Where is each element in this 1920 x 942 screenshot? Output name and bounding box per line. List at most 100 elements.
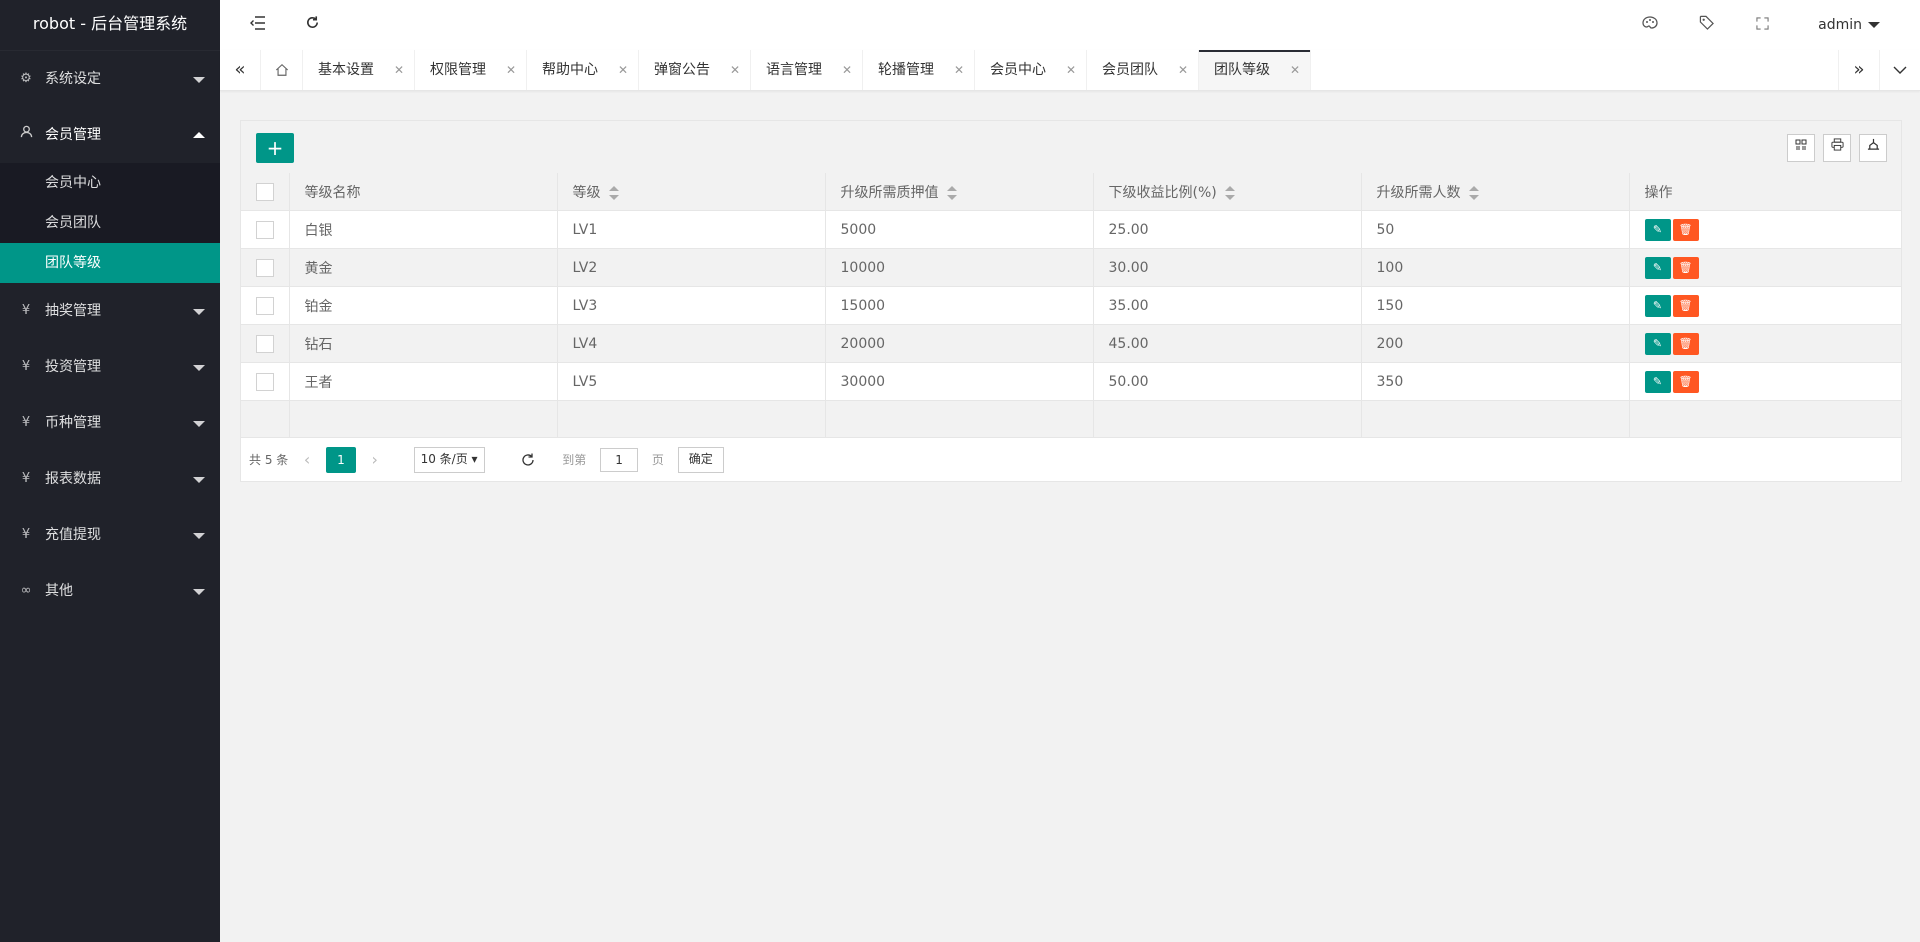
sidebar-item-team-level[interactable]: 团队等级 (0, 243, 220, 283)
tab-language[interactable]: 语言管理✕ (751, 50, 863, 90)
sidebar-item-deposit-withdraw[interactable]: ¥ 充值提现 (0, 507, 220, 563)
tabs-scroll-left-icon[interactable]: « (220, 50, 261, 90)
column-header-pledge[interactable]: 升级所需质押值 (825, 173, 1093, 211)
sidebar-item-investment[interactable]: ¥ 投资管理 (0, 339, 220, 395)
sidebar-item-member-center[interactable]: 会员中心 (0, 163, 220, 203)
delete-button[interactable]: 🗑 (1673, 333, 1699, 355)
yen-icon: ¥ (18, 395, 34, 451)
tab-carousel[interactable]: 轮播管理✕ (863, 50, 975, 90)
row-checkbox[interactable] (256, 221, 274, 239)
close-icon[interactable]: ✕ (1178, 50, 1188, 90)
tabs-dropdown-icon[interactable] (1880, 50, 1920, 90)
page-size-select[interactable]: 10 条/页 ▾ (414, 447, 485, 473)
edit-button[interactable]: ✎ (1645, 257, 1671, 279)
cell-level: LV5 (557, 363, 825, 401)
edit-button[interactable]: ✎ (1645, 295, 1671, 317)
user-icon (18, 107, 34, 163)
tab-member-team[interactable]: 会员团队✕ (1087, 50, 1199, 90)
row-checkbox[interactable] (256, 259, 274, 277)
close-icon[interactable]: ✕ (394, 50, 404, 90)
page-unit-label: 页 (652, 439, 664, 481)
tabs-scroll-right-icon[interactable]: » (1838, 50, 1880, 90)
cell-income-ratio: 25.00 (1093, 211, 1361, 249)
page-tabs: « 基本设置✕ 权限管理✕ 帮助中心✕ 弹窗公告✕ 语言管理✕ 轮播管理✕ 会员… (220, 50, 1920, 91)
tab-permissions[interactable]: 权限管理✕ (415, 50, 527, 90)
cell-income-ratio: 45.00 (1093, 325, 1361, 363)
select-all-checkbox[interactable] (256, 183, 274, 201)
cell-required-members: 100 (1361, 249, 1629, 287)
delete-button[interactable]: 🗑 (1673, 219, 1699, 241)
tab-label: 团队等级 (1214, 62, 1270, 78)
sort-icon[interactable] (947, 186, 957, 200)
chevron-up-icon (193, 132, 205, 138)
prev-page-icon[interactable]: ‹ (292, 439, 322, 481)
current-page-button[interactable]: 1 (326, 447, 356, 473)
print-icon[interactable] (1823, 134, 1851, 162)
theme-palette-icon[interactable] (1630, 0, 1670, 50)
tab-member-center[interactable]: 会员中心✕ (975, 50, 1087, 90)
goto-page-input[interactable] (600, 448, 638, 472)
sidebar-item-currency[interactable]: ¥ 币种管理 (0, 395, 220, 451)
close-icon[interactable]: ✕ (842, 50, 852, 90)
delete-button[interactable]: 🗑 (1673, 295, 1699, 317)
sidebar-item-reports[interactable]: ¥ 报表数据 (0, 451, 220, 507)
sidebar-item-member-management[interactable]: 会员管理 (0, 107, 220, 163)
chevron-down-icon: ▾ (472, 452, 478, 466)
delete-button[interactable]: 🗑 (1673, 257, 1699, 279)
cell-level-name: 白银 (289, 211, 557, 249)
row-checkbox[interactable] (256, 335, 274, 353)
tab-team-level[interactable]: 团队等级 ✕ (1199, 50, 1311, 90)
close-icon[interactable]: ✕ (954, 50, 964, 90)
trash-icon: 🗑 (1679, 375, 1693, 388)
export-icon[interactable] (1859, 134, 1887, 162)
close-icon[interactable]: ✕ (618, 50, 628, 90)
close-icon[interactable]: ✕ (506, 50, 516, 90)
sort-icon[interactable] (609, 186, 619, 200)
edit-button[interactable]: ✎ (1645, 219, 1671, 241)
sidebar-item-lottery[interactable]: ¥ 抽奖管理 (0, 283, 220, 339)
tab-home[interactable] (260, 50, 303, 90)
row-checkbox[interactable] (256, 373, 274, 391)
yen-icon: ¥ (18, 339, 34, 395)
sidebar-item-system-settings[interactable]: ⚙ 系统设定 (0, 51, 220, 107)
cell-pledge: 5000 (825, 211, 1093, 249)
row-checkbox[interactable] (256, 297, 274, 315)
select-all-cell (241, 173, 289, 211)
column-header-income-ratio[interactable]: 下级收益比例(%) (1093, 173, 1361, 211)
chevron-down-icon (193, 533, 205, 539)
delete-button[interactable]: 🗑 (1673, 371, 1699, 393)
close-icon[interactable]: ✕ (730, 50, 740, 90)
refresh-page-icon[interactable] (518, 439, 538, 481)
sort-icon[interactable] (1225, 186, 1235, 200)
add-button[interactable]: + (256, 133, 294, 163)
edit-button[interactable]: ✎ (1645, 333, 1671, 355)
cell-level-name: 黄金 (289, 249, 557, 287)
yen-icon: ¥ (18, 451, 34, 507)
sort-icon[interactable] (1469, 186, 1479, 200)
cell-pledge: 10000 (825, 249, 1093, 287)
tab-basic-settings[interactable]: 基本设置✕ (303, 50, 415, 90)
columns-filter-icon[interactable] (1787, 134, 1815, 162)
close-icon[interactable]: ✕ (1066, 50, 1076, 90)
home-icon (275, 62, 289, 78)
menu-collapse-icon[interactable] (238, 0, 278, 50)
pencil-icon: ✎ (1653, 337, 1662, 350)
user-menu[interactable]: admin (1818, 0, 1880, 50)
tab-popup-notice[interactable]: 弹窗公告✕ (639, 50, 751, 90)
tab-help-center[interactable]: 帮助中心✕ (527, 50, 639, 90)
tag-icon[interactable] (1686, 0, 1726, 50)
next-page-icon[interactable]: › (360, 439, 390, 481)
sidebar-item-other[interactable]: ∞ 其他 (0, 563, 220, 619)
cell-level-name: 王者 (289, 363, 557, 401)
close-icon[interactable]: ✕ (1290, 50, 1300, 90)
refresh-icon[interactable] (292, 0, 332, 50)
table-row: 黄金 LV2 10000 30.00 100 ✎🗑 (241, 249, 1901, 287)
goto-confirm-button[interactable]: 确定 (678, 447, 724, 473)
column-header-required-members[interactable]: 升级所需人数 (1361, 173, 1629, 211)
edit-button[interactable]: ✎ (1645, 371, 1671, 393)
cell-income-ratio: 50.00 (1093, 363, 1361, 401)
column-header-level[interactable]: 等级 (557, 173, 825, 211)
sidebar-item-member-team[interactable]: 会员团队 (0, 203, 220, 243)
fullscreen-icon[interactable] (1742, 0, 1782, 50)
cell-level-name: 铂金 (289, 287, 557, 325)
